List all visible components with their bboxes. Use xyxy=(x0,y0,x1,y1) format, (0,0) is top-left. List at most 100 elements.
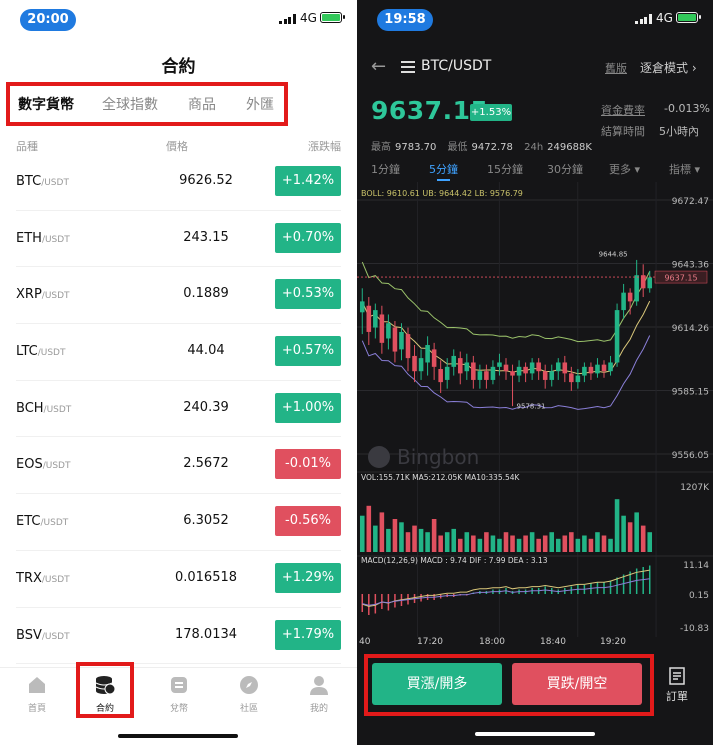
quote: /USDT xyxy=(43,404,72,415)
candle-body xyxy=(516,366,522,376)
volume-bar xyxy=(399,522,404,552)
table-row[interactable]: EOS/USDT 2.5672 -0.01% xyxy=(16,437,341,495)
tab-digital-currency[interactable]: 數字貨幣 xyxy=(18,94,74,114)
tab-30m[interactable]: 30分鐘 xyxy=(547,161,583,177)
nav-highlight-box xyxy=(76,662,134,718)
candle-body xyxy=(425,345,430,363)
volume-bar xyxy=(516,538,522,552)
menu-icon[interactable] xyxy=(401,61,415,73)
macd-tick-label: 11.14 xyxy=(683,561,709,571)
kline-chart[interactable]: 9672.47 9643.36 9614.26 9585.15 9556.05 BOLL:… xyxy=(357,182,713,652)
old-version-link[interactable]: 舊版 xyxy=(605,60,627,76)
candle-body xyxy=(523,366,528,374)
candle-body xyxy=(542,371,548,380)
volume-bar xyxy=(379,512,385,552)
table-row[interactable]: ETH/USDT 243.15 +0.70% xyxy=(16,211,341,268)
category-tabs: 數字貨幣 全球指數 商品 外匯 xyxy=(6,82,288,126)
margin-mode-selector[interactable]: 逐倉模式 › xyxy=(640,59,697,76)
volume-bar xyxy=(588,538,594,552)
trade-actions: 買漲/開多 買跌/開空 訂單 xyxy=(357,653,713,745)
nav-community[interactable]: 社區 xyxy=(221,674,277,714)
volume-label: VOL:155.71K MA5:212.05K MA10:335.54K xyxy=(361,473,521,482)
funding-rate-label[interactable]: 資金費率 xyxy=(601,102,645,118)
volume-bar xyxy=(582,535,587,552)
home-indicator xyxy=(118,734,238,738)
change-badge: +1.53% xyxy=(470,104,512,121)
nav-label: 我的 xyxy=(309,704,328,714)
volume-bar xyxy=(477,538,483,552)
volume-bar xyxy=(471,535,476,552)
tab-commodities[interactable]: 商品 xyxy=(188,94,216,114)
volume-bar xyxy=(359,515,365,552)
symbol: BCH xyxy=(16,400,44,416)
candle-body xyxy=(444,366,450,380)
candle-body xyxy=(379,314,385,343)
volume-bar xyxy=(569,532,574,552)
back-arrow-icon[interactable]: ← xyxy=(371,56,386,77)
table-row[interactable]: XRP/USDT 0.1889 +0.53% xyxy=(16,267,341,325)
bingbon-logo-icon xyxy=(368,446,390,468)
candle-body xyxy=(471,362,476,380)
candle-body xyxy=(464,362,470,372)
col-price: 價格 xyxy=(166,140,188,153)
volume-bar xyxy=(497,538,502,552)
table-row[interactable]: BTC/USDT 9626.52 +1.42% xyxy=(16,154,341,211)
status-bar: 20:00 4G xyxy=(0,0,357,36)
candle-body xyxy=(608,362,613,372)
nav-home[interactable]: 首頁 xyxy=(9,674,65,714)
volume-bar xyxy=(366,505,372,552)
table-row[interactable]: LTC/USDT 44.04 +0.57% xyxy=(16,324,341,381)
price-tick-label: 9672.47 xyxy=(672,197,709,207)
low-label: 最低 xyxy=(447,142,468,153)
candle-body xyxy=(647,277,653,289)
nav-profile[interactable]: 我的 xyxy=(291,674,347,714)
candle-body xyxy=(457,358,463,374)
table-row[interactable]: TRX/USDT 0.016518 +1.29% xyxy=(16,551,341,608)
tab-global-index[interactable]: 全球指數 xyxy=(102,94,158,114)
orders-button[interactable]: 訂單 xyxy=(660,667,694,704)
vol-label: 24h xyxy=(524,142,544,153)
boll-upper-line xyxy=(361,261,651,343)
volume-bar xyxy=(640,525,646,552)
volume-bar xyxy=(425,532,430,552)
volume-bar xyxy=(464,532,470,552)
contract-list: BTC/USDT 9626.52 +1.42% ETH/USDT 243.15 … xyxy=(0,154,357,665)
volume-bar xyxy=(457,538,463,552)
candle-body xyxy=(529,362,535,374)
tab-15m[interactable]: 15分鐘 xyxy=(487,161,523,177)
pair-title[interactable]: BTC/USDT xyxy=(421,58,491,74)
candle-body xyxy=(373,310,378,328)
nav-exchange[interactable]: 兌幣 xyxy=(151,674,207,714)
volume-bar xyxy=(608,538,613,552)
price: 243.15 xyxy=(183,229,229,245)
tab-indicators[interactable]: 指標 ▾ xyxy=(669,161,700,177)
left-phone-screen: 20:00 4G 合約 數字貨幣 全球指數 商品 外匯 品種 價格 漲跌幅 BT… xyxy=(0,0,357,745)
candle-body xyxy=(627,292,633,302)
price: 178.0134 xyxy=(174,626,238,642)
sell-short-button[interactable]: 買跌/開空 xyxy=(512,663,642,705)
candle-body xyxy=(595,364,600,374)
candle-body xyxy=(386,323,391,339)
candle-body xyxy=(582,366,587,376)
home-icon xyxy=(29,677,45,693)
table-row[interactable]: BCH/USDT 240.39 +1.00% xyxy=(16,381,341,438)
macd-tick-label: 0.15 xyxy=(689,591,709,601)
table-row[interactable]: ETC/USDT 6.3052 -0.56% xyxy=(16,494,341,551)
tab-5m[interactable]: 5分鐘 xyxy=(429,161,458,181)
candle-body xyxy=(431,349,437,367)
volume-bar xyxy=(484,532,489,552)
status-time: 19:58 xyxy=(377,9,433,31)
table-row[interactable]: BSV/USDT 178.0134 +1.79% xyxy=(16,608,341,665)
volume-bar xyxy=(647,532,653,552)
volume-bar xyxy=(536,538,541,552)
tab-more[interactable]: 更多 ▾ xyxy=(609,161,640,177)
symbol: BTC xyxy=(16,174,42,189)
volume-bar xyxy=(627,522,633,552)
change-badge: -0.01% xyxy=(275,449,341,480)
volume-bar xyxy=(418,528,424,552)
volume-bar xyxy=(523,535,528,552)
buy-long-button[interactable]: 買漲/開多 xyxy=(372,663,502,705)
candle-body xyxy=(562,362,568,374)
tab-forex[interactable]: 外匯 xyxy=(246,94,274,114)
tab-1m[interactable]: 1分鐘 xyxy=(371,161,400,177)
